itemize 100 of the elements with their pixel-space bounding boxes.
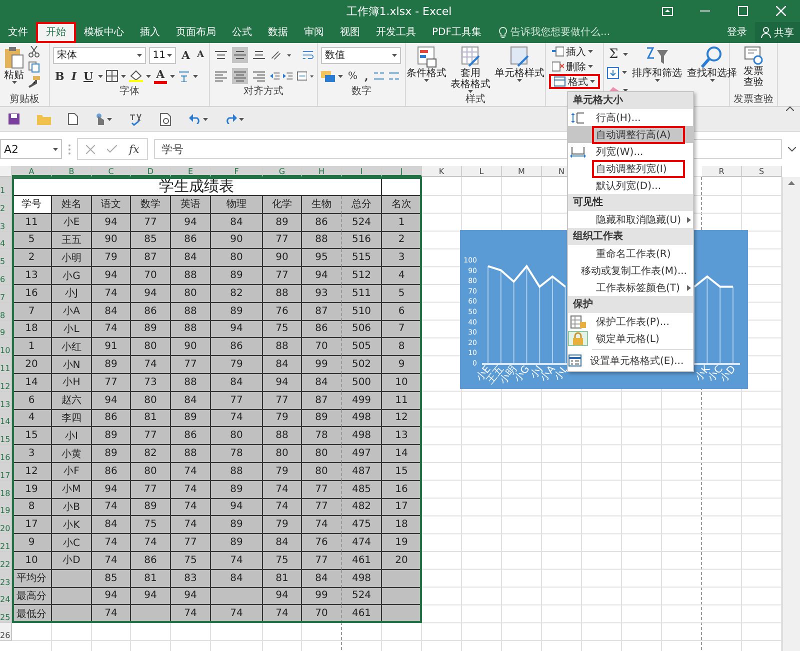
- table-cell: 498: [342, 410, 382, 428]
- column-header: E: [171, 166, 211, 177]
- table-header-cell: 学号: [12, 196, 52, 214]
- table-cell: 小F: [52, 462, 92, 481]
- ribbon-tab[interactable]: 开发工具: [368, 22, 424, 43]
- invoice-check-button[interactable]: 发票 查验: [742, 46, 764, 93]
- table-cell: 3: [12, 445, 52, 463]
- style-button[interactable]: 套用 表格格式: [450, 46, 492, 93]
- table-cell: 86: [92, 462, 131, 481]
- insert-function-button[interactable]: fx: [129, 142, 140, 156]
- table-cell: 70: [131, 267, 171, 285]
- italic-button[interactable]: I: [69, 68, 78, 84]
- table-cell: 4: [12, 410, 52, 428]
- menu-item[interactable]: 锁定单元格(L): [568, 330, 693, 347]
- table-cell: 小B: [52, 498, 92, 516]
- ribbon-tab[interactable]: 模板中心: [76, 22, 132, 43]
- comma-button[interactable]: ,: [362, 68, 370, 84]
- table-header-cell: 姓名: [52, 196, 92, 214]
- menu-item[interactable]: 保护工作表(P)...: [568, 313, 693, 330]
- table-cell: 19: [382, 534, 422, 552]
- menu-item[interactable]: 工作表标签颜色(T): [568, 279, 693, 296]
- table-cell: 89: [211, 480, 263, 499]
- row-header: 3: [0, 214, 12, 232]
- table-cell: 小A: [52, 302, 92, 321]
- table-cell: 94: [263, 374, 302, 392]
- table-cell: 小N: [52, 356, 92, 374]
- paste-button[interactable]: 粘贴: [3, 46, 25, 93]
- menu-item[interactable]: 重命名工作表(R): [568, 245, 693, 262]
- font-size-field[interactable]: 11: [148, 46, 176, 64]
- font-name-field[interactable]: 宋体: [53, 46, 146, 64]
- table-cell: 90: [171, 338, 211, 356]
- table-cell: 小M: [52, 480, 92, 499]
- underline-button[interactable]: U: [81, 68, 96, 84]
- table-header-cell: 名次: [382, 196, 422, 214]
- table-cell: 90: [92, 232, 131, 250]
- table-cell: 83: [171, 570, 211, 588]
- table-cell: 80: [211, 427, 263, 446]
- row-header: 18: [0, 480, 12, 499]
- cells-button[interactable]: 插入: [549, 44, 600, 59]
- ribbon-tab[interactable]: 开始: [36, 22, 76, 43]
- menu-item[interactable]: 默认列宽(D)...: [568, 177, 693, 194]
- table-header-cell: 生物: [302, 196, 342, 214]
- ribbon-tab[interactable]: 审阅: [296, 22, 332, 43]
- table-cell: 88: [211, 462, 263, 481]
- table-cell: 87: [302, 392, 342, 410]
- share-button[interactable]: 共享: [755, 22, 800, 43]
- name-box[interactable]: A2: [0, 139, 62, 159]
- number-format-field[interactable]: 数值: [321, 46, 401, 64]
- row-header: 6: [0, 267, 12, 285]
- tell-me-field[interactable]: 告诉我您想要做什么...: [510, 27, 640, 38]
- bold-button[interactable]: B: [53, 68, 66, 84]
- table-cell: 94: [131, 284, 171, 303]
- table-cell: 赵六: [52, 392, 92, 410]
- table-cell: 89: [92, 427, 131, 446]
- style-button[interactable]: 条件格式: [406, 46, 448, 93]
- ribbon-tab[interactable]: 文件: [0, 22, 36, 43]
- menu-item[interactable]: 列宽(W)...: [568, 143, 693, 160]
- table-cell: 12: [12, 462, 52, 481]
- percent-button[interactable]: %: [346, 68, 360, 84]
- table-cell: 500: [342, 374, 382, 392]
- table-cell: 3: [382, 249, 422, 268]
- table-cell: 14: [12, 374, 52, 392]
- grow-font-button[interactable]: A: [179, 46, 192, 64]
- ribbon-tab[interactable]: 公式: [224, 22, 260, 43]
- table-cell: 512: [342, 267, 382, 285]
- menu-item[interactable]: 隐藏和取消隐藏(U): [568, 211, 693, 228]
- table-cell: 86: [302, 214, 342, 232]
- table-cell: 84: [92, 516, 131, 534]
- table-cell: 89: [302, 410, 342, 428]
- menu-item[interactable]: 自动调整行高(A): [568, 126, 693, 143]
- menu-item[interactable]: 设置单元格格式(E)...: [568, 352, 693, 369]
- table-cell: 511: [342, 284, 382, 303]
- table-header-cell: 英语: [171, 196, 211, 214]
- cells-button[interactable]: 格式: [549, 74, 600, 89]
- table-cell: 18: [382, 516, 422, 534]
- table-cell: 502: [342, 356, 382, 374]
- ribbon-tab[interactable]: 插入: [132, 22, 168, 43]
- cells-button[interactable]: 删除: [549, 59, 600, 74]
- ribbon-tab[interactable]: 视图: [332, 22, 368, 43]
- style-button[interactable]: 单元格样式: [494, 46, 546, 93]
- table-cell: 498: [342, 427, 382, 446]
- table-cell: 80: [171, 284, 211, 303]
- menu-section-header: 组织工作表: [568, 228, 693, 245]
- autosum-button[interactable]: Σ: [607, 46, 620, 63]
- table-cell: 84: [211, 570, 263, 588]
- menu-item[interactable]: 行高(H)...: [568, 109, 693, 126]
- ribbon-tab[interactable]: PDF工具集: [424, 22, 490, 43]
- shrink-font-button[interactable]: A: [195, 46, 206, 64]
- ribbon-tab[interactable]: 数据: [260, 22, 296, 43]
- table-cell: 77: [131, 480, 171, 499]
- group-label: 对齐方式: [242, 85, 284, 98]
- table-cell: 77: [171, 534, 211, 552]
- font-color-button[interactable]: A: [154, 68, 167, 84]
- table-cell: 94: [211, 498, 263, 516]
- ribbon-tab[interactable]: 页面布局: [168, 22, 224, 43]
- table-cell: 94: [92, 392, 131, 410]
- sign-in-link[interactable]: 登录: [719, 22, 755, 43]
- table-cell: 88: [263, 338, 302, 356]
- table-cell: 94: [92, 214, 131, 232]
- menu-item[interactable]: 移动或复制工作表(M)...: [568, 262, 693, 279]
